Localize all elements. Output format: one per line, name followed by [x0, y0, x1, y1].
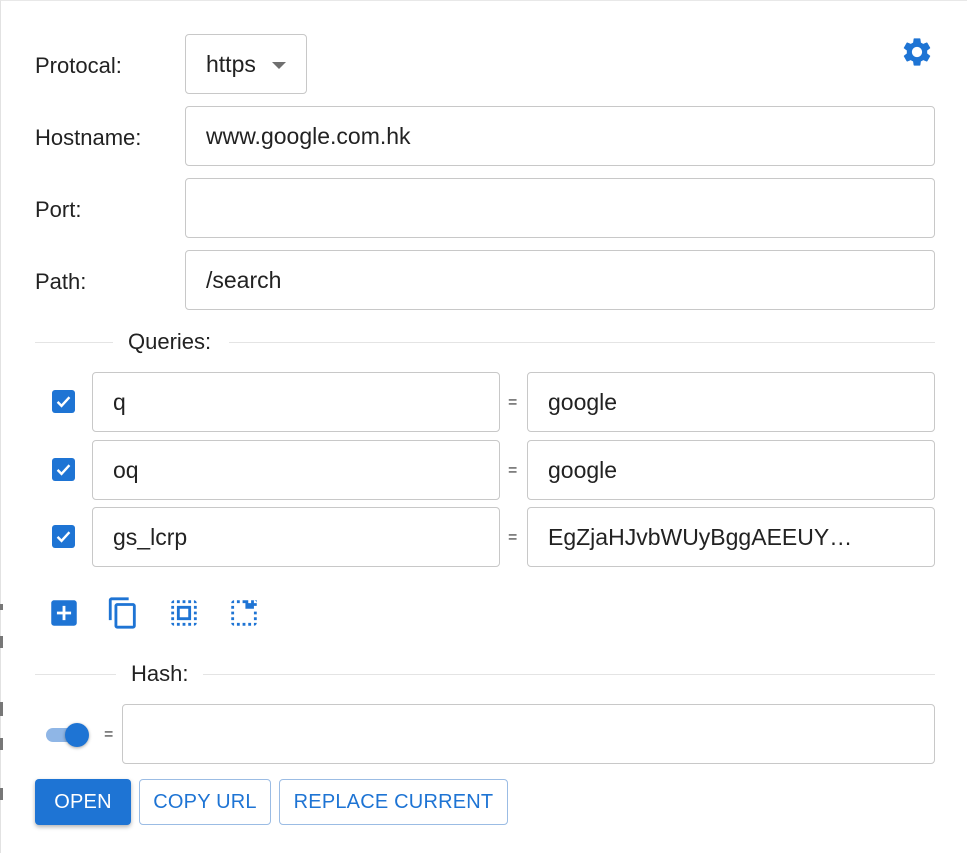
equals-sign: = — [508, 394, 518, 411]
divider-line — [229, 342, 935, 343]
equals-sign: = — [508, 462, 518, 479]
replace-current-button[interactable]: REPLACE CURRENT — [279, 779, 508, 825]
hostname-label: Hostname: — [35, 125, 142, 150]
check-icon — [56, 531, 71, 543]
query-key-input[interactable] — [92, 507, 500, 567]
protocol-select[interactable]: https — [185, 34, 307, 94]
protocol-value: https — [206, 50, 256, 77]
query-value-input[interactable] — [527, 507, 935, 567]
path-label: Path: — [35, 269, 87, 294]
queries-divider: Queries: — [35, 327, 935, 357]
background-edge — [0, 604, 3, 610]
query-value-input[interactable] — [527, 440, 935, 500]
open-button[interactable]: OPEN — [35, 779, 131, 825]
port-label: Port: — [35, 197, 82, 222]
background-edge — [0, 788, 3, 800]
divider-line — [35, 674, 116, 675]
background-edge — [0, 636, 3, 648]
select-all-icon[interactable] — [167, 596, 201, 630]
add-box-icon[interactable] — [47, 596, 81, 630]
copy-url-button[interactable]: COPY URL — [139, 779, 271, 825]
hash-toggle[interactable] — [45, 721, 91, 749]
query-enabled-checkbox[interactable] — [52, 525, 75, 548]
port-input[interactable] — [185, 178, 935, 238]
gear-icon[interactable] — [900, 35, 934, 69]
queries-title: Queries: — [128, 329, 212, 354]
hostname-input[interactable] — [185, 106, 935, 166]
check-icon — [56, 396, 71, 408]
equals-sign: = — [104, 726, 114, 743]
check-icon — [56, 464, 71, 476]
dropdown-arrow-icon — [272, 62, 286, 69]
select-window-icon[interactable] — [227, 596, 261, 630]
path-input[interactable] — [185, 250, 935, 310]
divider-line — [203, 674, 935, 675]
hash-divider: Hash: — [35, 659, 935, 689]
query-value-input[interactable] — [527, 372, 935, 432]
copy-icon[interactable] — [106, 596, 140, 630]
query-key-input[interactable] — [92, 372, 500, 432]
divider-line — [35, 342, 113, 343]
query-enabled-checkbox[interactable] — [52, 458, 75, 481]
protocol-label: Protocal: — [35, 53, 122, 78]
query-key-input[interactable] — [92, 440, 500, 500]
query-enabled-checkbox[interactable] — [52, 390, 75, 413]
hash-input[interactable] — [122, 704, 935, 764]
background-edge — [0, 738, 3, 750]
background-edge — [0, 702, 3, 716]
hash-title: Hash: — [131, 661, 189, 686]
equals-sign: = — [508, 529, 518, 546]
toggle-knob — [65, 723, 89, 747]
